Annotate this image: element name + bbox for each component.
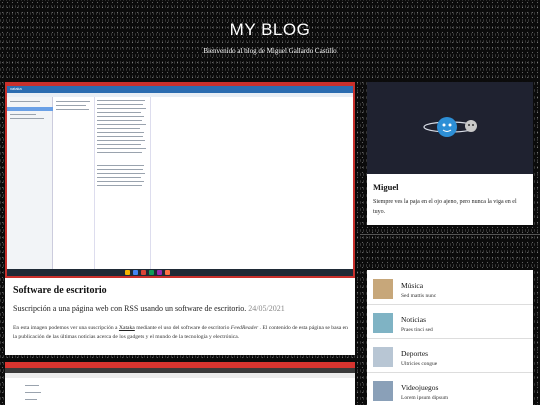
profile-name: Miguel [373, 182, 399, 192]
site-title[interactable]: MY BLOG [0, 20, 540, 40]
category-thumbnail [373, 279, 393, 299]
blog-header: MY BLOG Bienvenido al blog de Miguel Gal… [0, 0, 540, 70]
blog-post: xataka Software de escritorio Suscripció… [5, 82, 355, 355]
category-thumbnail [373, 347, 393, 367]
screenshot-brand: xataka [10, 86, 22, 91]
planet-icon [423, 117, 477, 137]
site-description: Bienvenido al blog de Miguel Gallardo Ca… [203, 47, 337, 55]
category-item-videojuegos[interactable]: Videojuegos Lorem ipsum dipsum [367, 374, 533, 405]
category-subtitle: Lorem ipsum dipsum [401, 395, 449, 401]
category-item-deportes[interactable]: Deportes Ultricies congue [367, 340, 533, 373]
category-title: Videojuegos [401, 383, 439, 392]
category-item-noticias[interactable]: Noticias Praes tinci sed [367, 306, 533, 339]
category-subtitle: Sed mattis nunc [401, 293, 437, 299]
post-date: 24/05/2021 [248, 304, 285, 313]
category-title: Noticias [401, 315, 426, 324]
post-title[interactable]: Software de escritorio [13, 285, 107, 296]
category-item-musica[interactable]: Música Sed mattis nunc [367, 272, 533, 305]
feedreader-screenshot: xataka [7, 86, 353, 276]
screenshot-taskbar [7, 269, 353, 276]
post-subtitle: Suscripción a una página web con RSS usa… [13, 304, 285, 313]
category-list: Música Sed mattis nunc Noticias Praes ti… [367, 270, 533, 405]
screenshot-articles [95, 97, 151, 269]
profile-card: Miguel Siempre ves la paja en el ojo aje… [367, 82, 533, 225]
post-image[interactable] [5, 378, 355, 405]
profile-banner [367, 82, 533, 174]
screenshot-sidebar [7, 97, 53, 269]
blog-post [5, 362, 355, 405]
category-title: Música [401, 281, 424, 290]
post-image[interactable]: xataka [5, 82, 355, 278]
category-thumbnail [373, 313, 393, 333]
category-subtitle: Praes tinci sed [401, 327, 433, 333]
category-title: Deportes [401, 349, 429, 358]
category-subtitle: Ultricies congue [401, 361, 438, 367]
post-excerpt: En esta imagen podemos ver una suscripci… [13, 325, 348, 340]
profile-quote: Siempre ves la paja en el ojo ajeno, per… [373, 199, 517, 215]
sidebar-divider [360, 234, 540, 235]
category-thumbnail [373, 381, 393, 401]
screenshot-list [53, 97, 95, 269]
xataka-link[interactable]: Xataka [119, 325, 135, 331]
